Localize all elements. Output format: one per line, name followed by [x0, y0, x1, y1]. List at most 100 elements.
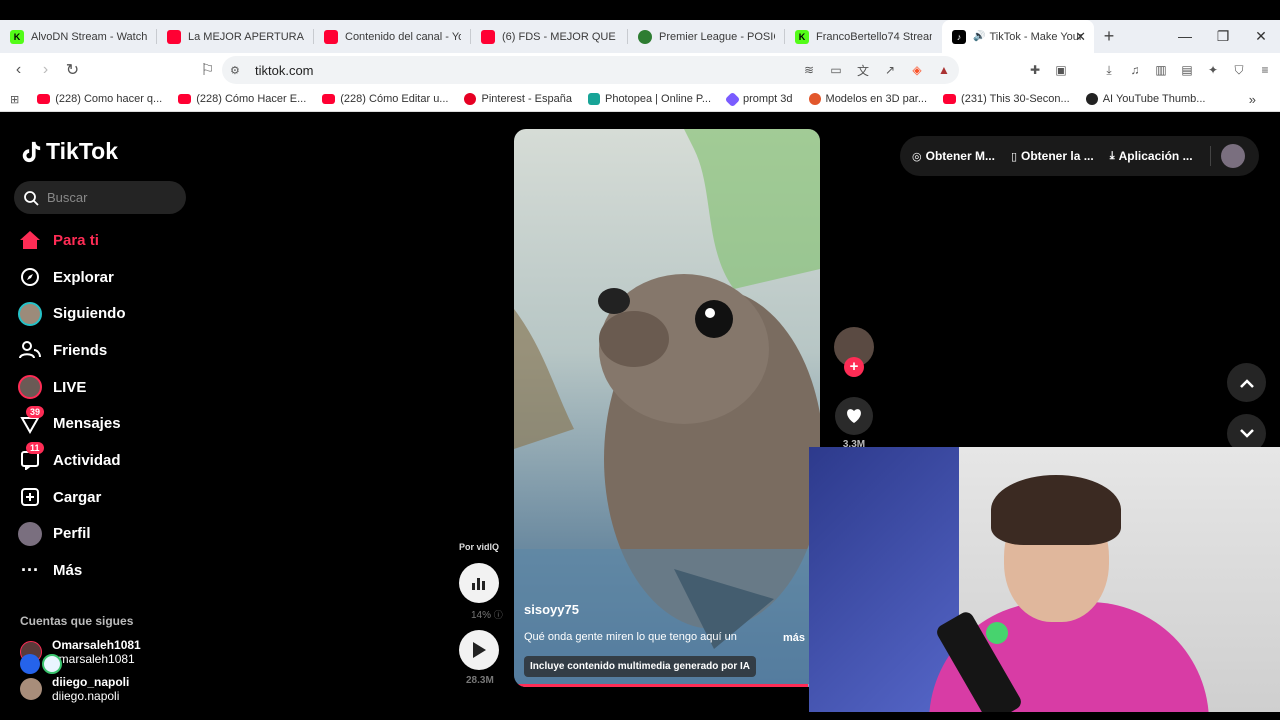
- browser-tab[interactable]: K FrancoBertello74 Stream: [785, 20, 942, 53]
- sidebar-item-siguiendo[interactable]: Siguiendo: [18, 295, 126, 332]
- share-icon[interactable]: ↗: [881, 61, 899, 79]
- bookmark-icon[interactable]: ⚐: [195, 60, 220, 80]
- sidebar-item-explorar[interactable]: Explorar: [18, 259, 126, 296]
- tab-title: FrancoBertello74 Stream: [816, 30, 932, 43]
- video-player[interactable]: sisoyy75 Qué onda gente miren lo que ten…: [514, 129, 820, 687]
- friends-icon: [18, 338, 42, 362]
- translate-icon[interactable]: 文: [854, 61, 872, 79]
- bookmark-item[interactable]: Pinterest - España: [464, 93, 572, 105]
- sidebar-item-para-ti[interactable]: Para ti: [18, 222, 126, 259]
- sidebar-item-mensajes[interactable]: 39 Mensajes: [18, 405, 126, 442]
- video-username[interactable]: sisoyy75: [524, 602, 579, 617]
- address-toolbar: ‹ › ↻ ⚐ ⚙ tiktok.com ≋ ▭ 文 ↗ ◈ ▲ ✚ ▣ ⤓ ♫…: [0, 53, 1280, 87]
- vidiq-percent: 14% ⓘ: [471, 610, 503, 621]
- apps-icon[interactable]: ⊞: [10, 93, 19, 106]
- sidebar-item-live[interactable]: LIVE: [18, 369, 126, 406]
- live-icon: [18, 375, 42, 400]
- bookmark-item[interactable]: (228) Como hacer q...: [37, 93, 162, 105]
- bookmark-item[interactable]: prompt 3d: [724, 91, 793, 107]
- sidebar-item-friends[interactable]: Friends: [18, 332, 126, 369]
- bookmark-item[interactable]: (228) Cómo Editar u...: [322, 93, 448, 105]
- creator-avatar[interactable]: +: [834, 327, 874, 377]
- address-bar[interactable]: ⚙ tiktok.com ≋ ▭ 文 ↗ ◈ ▲: [222, 56, 959, 84]
- tab-title: TikTok - Make Your: [989, 30, 1083, 43]
- bookmark-item[interactable]: Modelos en 3D par...: [808, 93, 927, 105]
- video-progress[interactable]: [514, 684, 820, 687]
- browser-tab[interactable]: Contenido del canal - You: [314, 20, 471, 53]
- bookmark-item[interactable]: AI YouTube Thumb...: [1085, 93, 1205, 105]
- media-icon[interactable]: ♫: [1126, 61, 1144, 79]
- site-settings-icon[interactable]: ⚙: [230, 64, 240, 77]
- sidebar-icon[interactable]: ▥: [1152, 61, 1170, 79]
- menu-icon[interactable]: ≡: [1256, 61, 1274, 79]
- wallet-icon[interactable]: ▤: [1178, 61, 1196, 79]
- messages-badge: 39: [26, 405, 45, 418]
- cast-icon[interactable]: ▭: [827, 61, 845, 79]
- get-app-button[interactable]: ▯ Obtener la ...: [1011, 149, 1094, 163]
- following-account[interactable]: diiego_napoli diiego.napoli: [20, 675, 129, 703]
- like-button[interactable]: [835, 397, 873, 435]
- get-coins-button[interactable]: ◎ Obtener M...: [912, 149, 995, 163]
- video-description: Qué onda gente miren lo que tengo aquí u…: [524, 631, 737, 643]
- power-icon[interactable]: [42, 654, 62, 674]
- follow-plus-icon[interactable]: +: [844, 357, 864, 377]
- more-icon: ···: [21, 560, 39, 581]
- new-tab-button[interactable]: +: [1094, 26, 1124, 47]
- screenshot-icon[interactable]: ▣: [1052, 61, 1070, 79]
- sidebar-item-actividad[interactable]: 11 Actividad: [18, 442, 126, 479]
- restore-icon[interactable]: ❐: [1204, 20, 1242, 53]
- previous-video-button[interactable]: [1227, 363, 1266, 402]
- vidiq-label: Por vidIQ: [459, 542, 500, 552]
- tiktok-page: TikTok Buscar Para ti Explorar Siguiendo…: [0, 116, 1280, 720]
- reader-icon[interactable]: ≋: [800, 61, 818, 79]
- bookmark-item[interactable]: (231) This 30-Secon...: [943, 93, 1070, 105]
- tiktok-logo[interactable]: TikTok: [20, 138, 118, 165]
- bookmark-item[interactable]: Photopea | Online P...: [587, 93, 711, 105]
- more-bookmarks-icon[interactable]: »: [1249, 92, 1256, 107]
- browser-tab[interactable]: (6) FDS - MEJOR QUE ANT: [471, 20, 628, 53]
- youtube-favicon-icon: [324, 29, 338, 44]
- browser-tab[interactable]: Premier League - POSICIO: [628, 20, 785, 53]
- extensions-icon[interactable]: ✚: [1026, 61, 1044, 79]
- brave-shield-icon[interactable]: ◈: [908, 61, 926, 79]
- profile-icon: [18, 521, 42, 546]
- downloads-icon[interactable]: ⤓: [1100, 61, 1118, 79]
- more-link[interactable]: más: [783, 632, 805, 644]
- play-button[interactable]: [459, 630, 499, 670]
- close-window-icon[interactable]: ✕: [1242, 20, 1280, 53]
- vidiq-stats-button[interactable]: [459, 563, 499, 603]
- close-tab-icon[interactable]: ✕: [1075, 29, 1086, 45]
- video-actions: + 3.3M: [833, 327, 875, 450]
- floating-extension[interactable]: [20, 654, 62, 674]
- forward-icon[interactable]: ›: [33, 61, 58, 79]
- sidebar-nav: Para ti Explorar Siguiendo Friends LIVE …: [18, 222, 126, 589]
- sidebar-item-mas[interactable]: ··· Más: [18, 552, 126, 589]
- url-text[interactable]: tiktok.com: [255, 63, 314, 78]
- avatar: [20, 678, 42, 700]
- vpn-icon[interactable]: ⛉: [1230, 61, 1248, 79]
- compass-icon: [18, 265, 42, 289]
- leo-ai-icon[interactable]: ✦: [1204, 61, 1222, 79]
- upload-icon: [18, 485, 42, 509]
- heart-icon: [847, 409, 861, 423]
- tab-title: (6) FDS - MEJOR QUE ANT: [502, 30, 618, 43]
- bookmark-item[interactable]: (228) Cómo Hacer E...: [178, 93, 306, 105]
- sidebar-item-cargar[interactable]: Cargar: [18, 479, 126, 516]
- browser-tab-active[interactable]: ♪ 🔊 TikTok - Make Your ✕: [942, 20, 1094, 53]
- minimize-icon[interactable]: —: [1166, 20, 1204, 53]
- phone-icon: ▯: [1010, 150, 1018, 163]
- browser-tab[interactable]: K AlvoDN Stream - Watch Li: [0, 20, 157, 53]
- back-icon[interactable]: ‹: [6, 61, 31, 79]
- kick-favicon-icon: K: [10, 29, 24, 44]
- tiktok-favicon-icon: ♪: [952, 29, 966, 44]
- download-app-button[interactable]: ⤓ Aplicación ...: [1110, 149, 1193, 163]
- reload-icon[interactable]: ↻: [60, 60, 85, 80]
- sidebar-item-perfil[interactable]: Perfil: [18, 516, 126, 553]
- browser-tab[interactable]: La MEJOR APERTURA para: [157, 20, 314, 53]
- vidiq-extension-icon[interactable]: [20, 654, 40, 674]
- search-input[interactable]: Buscar: [14, 181, 186, 214]
- brave-rewards-icon[interactable]: ▲: [935, 61, 953, 79]
- download-icon: ⤓: [1109, 149, 1115, 162]
- avatar[interactable]: [1221, 144, 1245, 168]
- tab-title: La MEJOR APERTURA para: [188, 30, 304, 43]
